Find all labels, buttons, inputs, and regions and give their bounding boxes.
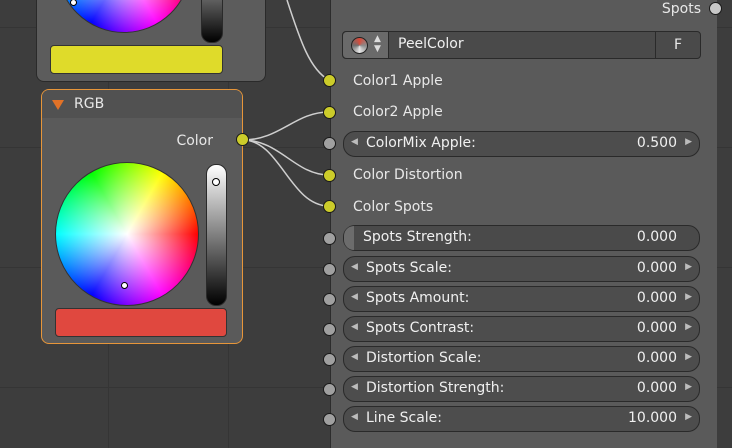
spots-scale-field[interactable]: ◀ Spots Scale: 0.000 ▶ <box>343 256 700 282</box>
decrement-arrow-icon[interactable]: ◀ <box>351 137 358 147</box>
spots-contrast-label: Spots Contrast: <box>366 320 475 336</box>
top-color-node[interactable] <box>36 0 266 82</box>
spots-scale-value: 0.000 <box>636 260 677 276</box>
spots-amount-value: 0.000 <box>636 290 677 306</box>
spots-output-socket[interactable] <box>709 2 722 15</box>
material-browse-button[interactable]: ▲ ▼ <box>343 32 389 58</box>
fake-user-button[interactable]: F <box>655 32 700 58</box>
spots-scale-socket[interactable] <box>323 263 336 276</box>
color-distortion-socket[interactable] <box>323 169 336 182</box>
increment-arrow-icon[interactable]: ▶ <box>685 262 692 272</box>
decrement-arrow-icon[interactable]: ◀ <box>351 352 358 362</box>
distortion-scale-field[interactable]: ◀ Distortion Scale: 0.000 ▶ <box>343 346 700 372</box>
spots-strength-fill <box>344 226 354 250</box>
color1-apple-socket[interactable] <box>323 74 336 87</box>
increment-arrow-icon[interactable]: ▶ <box>685 322 692 332</box>
link-top-to-color1 <box>286 0 330 81</box>
increment-arrow-icon[interactable]: ▶ <box>685 137 692 147</box>
color-distortion-label: Color Distortion <box>353 167 463 183</box>
material-name[interactable]: PeelColor <box>398 36 464 52</box>
line-scale-value: 10.000 <box>628 410 677 426</box>
top-color-wheel[interactable] <box>57 0 191 33</box>
material-ball-icon <box>351 37 368 54</box>
rgb-slider-knob[interactable] <box>212 178 220 186</box>
decrement-arrow-icon[interactable]: ◀ <box>351 292 358 302</box>
color2-apple-socket[interactable] <box>323 106 336 119</box>
distortion-scale-value: 0.000 <box>636 350 677 366</box>
rgb-node-header[interactable]: RGB <box>42 90 242 118</box>
line-scale-socket[interactable] <box>323 413 336 426</box>
decrement-arrow-icon[interactable]: ◀ <box>351 262 358 272</box>
color-spots-socket[interactable] <box>323 200 336 213</box>
color2-apple-label: Color2 Apple <box>353 104 443 120</box>
distortion-strength-field[interactable]: ◀ Distortion Strength: 0.000 ▶ <box>343 376 700 402</box>
rgb-wheel-knob[interactable] <box>121 282 128 289</box>
link-rgb-to-color2 <box>242 111 330 141</box>
distortion-scale-socket[interactable] <box>323 353 336 366</box>
rgb-output-label: Color <box>176 133 213 149</box>
spots-strength-socket[interactable] <box>323 232 336 245</box>
up-down-arrows-icon: ▲ ▼ <box>374 34 381 54</box>
spots-contrast-socket[interactable] <box>323 323 336 336</box>
top-value-slider[interactable] <box>201 0 223 43</box>
colormix-label: ColorMix Apple: <box>366 135 476 151</box>
rgb-output-socket[interactable] <box>236 133 249 146</box>
increment-arrow-icon[interactable]: ▶ <box>685 352 692 362</box>
spots-contrast-value: 0.000 <box>636 320 677 336</box>
distortion-strength-socket[interactable] <box>323 383 336 396</box>
top-color-swatch[interactable] <box>50 45 223 74</box>
collapse-triangle-icon[interactable] <box>52 100 64 110</box>
spots-output-label: Spots <box>661 1 701 17</box>
spots-scale-label: Spots Scale: <box>366 260 452 276</box>
increment-arrow-icon[interactable]: ▶ <box>685 382 692 392</box>
colormix-socket[interactable] <box>323 137 336 150</box>
material-selector[interactable]: ▲ ▼ PeelColor F <box>342 31 701 59</box>
increment-arrow-icon[interactable]: ▶ <box>685 412 692 422</box>
distortion-strength-value: 0.000 <box>636 380 677 396</box>
decrement-arrow-icon[interactable]: ◀ <box>351 322 358 332</box>
spots-contrast-field[interactable]: ◀ Spots Contrast: 0.000 ▶ <box>343 316 700 342</box>
spots-strength-field[interactable]: Spots Strength: 0.000 <box>343 225 700 251</box>
color-spots-label: Color Spots <box>353 199 434 215</box>
spots-amount-field[interactable]: ◀ Spots Amount: 0.000 ▶ <box>343 286 700 312</box>
spots-strength-label: Spots Strength: <box>363 229 472 245</box>
color1-apple-label: Color1 Apple <box>353 73 443 89</box>
distortion-scale-label: Distortion Scale: <box>366 350 482 366</box>
colormix-value: 0.500 <box>636 135 677 151</box>
increment-arrow-icon[interactable]: ▶ <box>685 292 692 302</box>
line-scale-label: Line Scale: <box>366 410 443 426</box>
rgb-color-swatch[interactable] <box>55 308 227 337</box>
rgb-node-title: RGB <box>74 96 105 112</box>
spots-strength-value: 0.000 <box>636 229 677 245</box>
decrement-arrow-icon[interactable]: ◀ <box>351 382 358 392</box>
colormix-field[interactable]: ◀ ColorMix Apple: 0.500 ▶ <box>343 131 700 157</box>
spots-amount-socket[interactable] <box>323 293 336 306</box>
line-scale-field[interactable]: ◀ Line Scale: 10.000 ▶ <box>343 406 700 432</box>
link-rgb-to-distortion <box>242 139 330 176</box>
rgb-node[interactable]: RGB Color <box>41 89 243 344</box>
distortion-strength-label: Distortion Strength: <box>366 380 505 396</box>
spots-amount-label: Spots Amount: <box>366 290 470 306</box>
decrement-arrow-icon[interactable]: ◀ <box>351 412 358 422</box>
